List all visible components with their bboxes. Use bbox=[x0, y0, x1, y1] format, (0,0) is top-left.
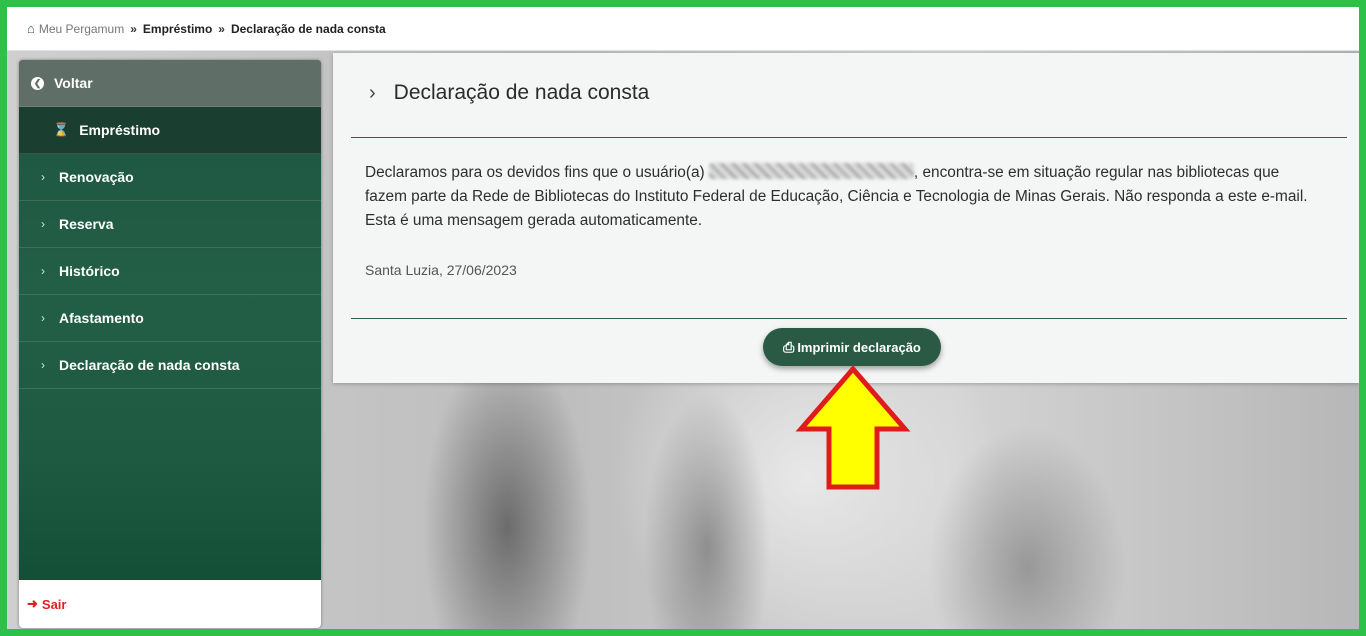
printer-icon: ⎙ bbox=[783, 338, 795, 355]
breadcrumb-separator: » bbox=[218, 21, 225, 36]
sidebar-item-historico[interactable]: › Histórico bbox=[19, 248, 321, 295]
breadcrumb-current: Declaração de nada consta bbox=[230, 21, 386, 36]
sidebar-item-renovacao[interactable]: › Renovação bbox=[19, 154, 321, 201]
sidebar-item-emprestimo[interactable]: ⌛ Empréstimo bbox=[19, 107, 321, 154]
print-button-label: Imprimir declaração bbox=[797, 339, 921, 355]
chevron-right-icon: › bbox=[41, 217, 45, 231]
sidebar-item-label: Renovação bbox=[59, 169, 134, 185]
sign-out-icon: ➜ bbox=[27, 596, 38, 611]
page-title-text: Declaração de nada consta bbox=[393, 81, 650, 104]
chevron-right-icon: › bbox=[41, 264, 45, 278]
breadcrumb: ⌂ Meu Pergamum » Empréstimo » Declaração… bbox=[7, 7, 1359, 51]
sidebar-voltar-label: Voltar bbox=[54, 75, 93, 91]
sidebar-sair-label: Sair bbox=[41, 596, 67, 612]
declaration-date: Santa Luzia, 27/06/2023 bbox=[365, 262, 517, 278]
up-arrow-annotation bbox=[795, 365, 911, 490]
sidebar-item-label: Reserva bbox=[59, 216, 114, 232]
chevron-right-icon: › bbox=[41, 358, 45, 372]
sidebar: ❮ Voltar ⌛ Empréstimo › Renovação › Rese… bbox=[19, 60, 321, 628]
declaration-card: › Declaração de nada consta Declaramos p… bbox=[333, 53, 1359, 383]
chevron-right-icon: › bbox=[41, 311, 45, 325]
sidebar-item-label: Empréstimo bbox=[79, 122, 161, 138]
sidebar-sair-button[interactable]: ➜ Sair bbox=[19, 580, 321, 628]
hourglass-icon: ⌛ bbox=[53, 122, 70, 137]
sidebar-item-label: Afastamento bbox=[59, 310, 144, 326]
sidebar-item-label: Histórico bbox=[59, 263, 120, 279]
declaration-text-start: Declaramos para os devidos fins que o us… bbox=[365, 164, 709, 181]
breadcrumb-home[interactable]: Meu Pergamum bbox=[39, 22, 124, 36]
chevron-right-icon: › bbox=[369, 81, 376, 104]
sidebar-item-declaracao[interactable]: › Declaração de nada consta bbox=[19, 342, 321, 389]
breadcrumb-emprestimo[interactable]: Empréstimo bbox=[143, 22, 212, 36]
browser-frame: ⌂ Meu Pergamum » Empréstimo » Declaração… bbox=[7, 7, 1359, 629]
home-icon[interactable]: ⌂ bbox=[27, 21, 35, 36]
chevron-right-icon: › bbox=[41, 170, 45, 184]
sidebar-item-label: Declaração de nada consta bbox=[59, 357, 240, 373]
redacted-username bbox=[708, 163, 914, 179]
declaration-text: Declaramos para os devidos fins que o us… bbox=[365, 161, 1325, 233]
breadcrumb-separator: » bbox=[130, 21, 137, 36]
divider bbox=[351, 318, 1347, 319]
sidebar-voltar[interactable]: ❮ Voltar bbox=[19, 60, 321, 107]
chevron-left-circle-icon: ❮ bbox=[31, 76, 44, 90]
sidebar-item-reserva[interactable]: › Reserva bbox=[19, 201, 321, 248]
print-declaration-button[interactable]: ⎙ Imprimir declaração bbox=[763, 328, 941, 366]
divider bbox=[351, 137, 1347, 138]
page-title: › Declaração de nada consta bbox=[369, 81, 649, 105]
sidebar-item-afastamento[interactable]: › Afastamento bbox=[19, 295, 321, 342]
